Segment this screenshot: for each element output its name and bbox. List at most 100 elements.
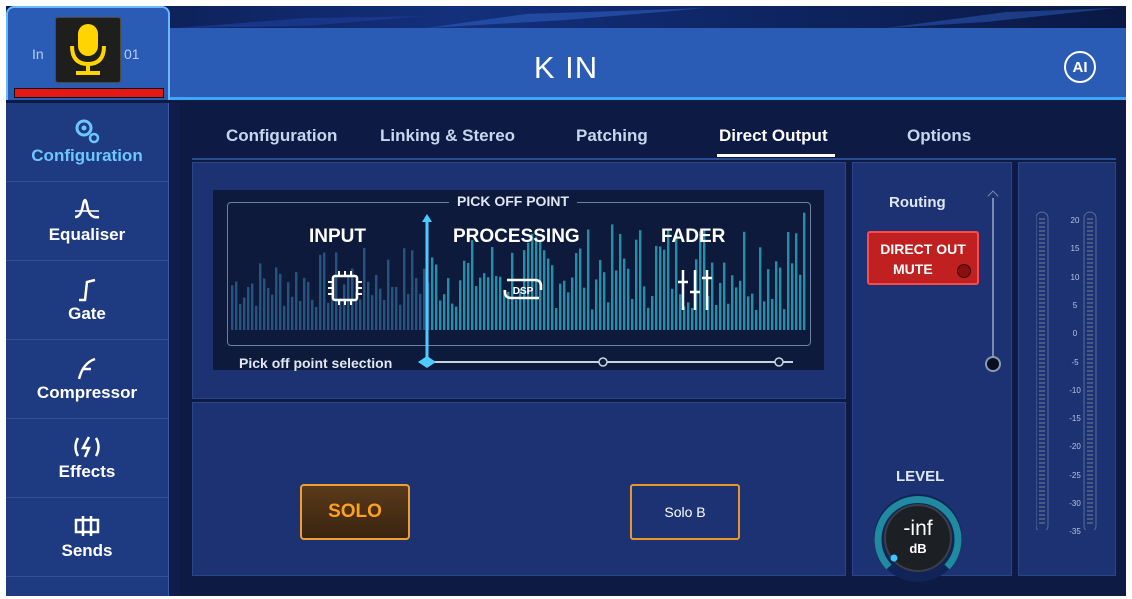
meter-segment	[1087, 286, 1093, 288]
meter-segment	[1087, 266, 1093, 268]
meter-segment	[1039, 330, 1045, 332]
tab-options[interactable]: Options	[907, 126, 971, 146]
routing-fader-knob[interactable]	[985, 356, 1001, 372]
header-stripe	[6, 6, 1126, 28]
meter-segment	[1087, 390, 1093, 392]
meter-segment	[1039, 334, 1045, 336]
meter-segment	[1087, 522, 1093, 524]
meter-segment	[1039, 470, 1045, 472]
meter-segment	[1039, 458, 1045, 460]
tab-patching[interactable]: Patching	[576, 126, 648, 146]
meter-segment	[1087, 314, 1093, 316]
meter-segment	[1087, 510, 1093, 512]
meter-segment	[1087, 246, 1093, 248]
meter-segment	[1087, 422, 1093, 424]
tab-configuration[interactable]: Configuration	[226, 126, 337, 146]
sidebar-item-label: Sends	[61, 541, 113, 560]
sidebar-item-sends[interactable]: Sends	[6, 498, 168, 577]
meter-segment	[1039, 370, 1045, 372]
selector-stop	[774, 357, 784, 367]
meter-segment	[1087, 258, 1093, 260]
meter-segment	[1039, 498, 1045, 500]
meter-segment	[1039, 446, 1045, 448]
meter-segment	[1087, 334, 1093, 336]
sidebar-item-label: Compressor	[36, 383, 138, 402]
meter-segment	[1039, 382, 1045, 384]
meter-segment	[1087, 414, 1093, 416]
meter-segment	[1039, 518, 1045, 520]
ai-button[interactable]: AI	[1064, 51, 1096, 83]
meter-segment	[1087, 454, 1093, 456]
tab-linking-stereo[interactable]: Linking & Stereo	[380, 126, 515, 146]
meter-segment	[1087, 354, 1093, 356]
meter-segment	[1039, 478, 1045, 480]
meter-segment	[1087, 474, 1093, 476]
meter-segment	[1039, 506, 1045, 508]
pick-off-selection-label: Pick off point selection	[239, 355, 393, 371]
meter-segment	[1087, 322, 1093, 324]
meter-segment	[1087, 386, 1093, 388]
meter-segment	[1039, 358, 1045, 360]
sidebar-item-compressor[interactable]: Compressor	[6, 340, 168, 419]
meter-segment	[1087, 378, 1093, 380]
pick-off-slider[interactable]	[213, 190, 824, 370]
meter-segment	[1087, 358, 1093, 360]
mute-label: MUTE	[893, 261, 933, 277]
meter-segment	[1087, 470, 1093, 472]
tab-direct-output[interactable]: Direct Output	[719, 126, 828, 146]
meter-segment	[1039, 222, 1045, 224]
meter-segment	[1039, 450, 1045, 452]
sidebar-item-label: Configuration	[31, 146, 143, 165]
solo-panel	[192, 402, 846, 576]
meter-segment	[1087, 338, 1093, 340]
meter-segment	[1087, 302, 1093, 304]
meter-segment	[1087, 242, 1093, 244]
meter-segment	[1087, 478, 1093, 480]
sidebar-item-label: Effects	[58, 462, 116, 481]
meter-segment	[1039, 310, 1045, 312]
meter-segment	[1087, 482, 1093, 484]
meter-segment	[1039, 326, 1045, 328]
meter-segment	[1039, 438, 1045, 440]
meter-segment	[1087, 282, 1093, 284]
meter-segment	[1039, 266, 1045, 268]
meter-segment	[1039, 290, 1045, 292]
meter-segment	[1039, 502, 1045, 504]
meter-segment	[1087, 230, 1093, 232]
meter-segment	[1087, 506, 1093, 508]
level-value: -inf	[903, 517, 933, 540]
meter-segment	[1039, 346, 1045, 348]
meter-segment	[1039, 490, 1045, 492]
meter-tick-label: -25	[1069, 470, 1081, 480]
meter-segment	[1087, 426, 1093, 428]
meter-segment	[1087, 226, 1093, 228]
meter-segment	[1087, 490, 1093, 492]
sidebar-item-effects[interactable]: Effects	[6, 419, 168, 498]
sends-icon	[72, 513, 102, 539]
meter-segment	[1087, 438, 1093, 440]
level-knob[interactable]: -inf dB	[871, 491, 965, 585]
solo-button[interactable]: SOLO	[300, 484, 410, 540]
meter-segment	[1039, 466, 1045, 468]
sidebar-item-configuration[interactable]: Configuration	[6, 103, 168, 182]
effects-icon	[72, 434, 102, 460]
routing-fader-track[interactable]	[992, 198, 994, 358]
meter-segment	[1039, 422, 1045, 424]
meter-segment	[1087, 406, 1093, 408]
configuration-icon	[73, 118, 101, 144]
sidebar-item-gate[interactable]: Gate	[6, 261, 168, 340]
sidebar-item-equaliser[interactable]: Equaliser	[6, 182, 168, 261]
meter-segment	[1039, 314, 1045, 316]
solo-b-button[interactable]: Solo B	[630, 484, 740, 540]
compressor-icon	[73, 355, 101, 381]
direct-out-mute-button[interactable]: DIRECT OUT MUTE	[867, 231, 979, 285]
pick-off-point-selector[interactable]: PICK OFF POINT INPUT PROCESSING FADER DS…	[213, 190, 824, 371]
meter-segment	[1087, 294, 1093, 296]
meter-segment	[1039, 354, 1045, 356]
meter-tick-label: 15	[1070, 244, 1080, 254]
solo-b-label: Solo B	[664, 504, 706, 520]
meter-segment	[1087, 498, 1093, 500]
meter-tick-label: 20	[1070, 216, 1080, 225]
meter-segment	[1087, 502, 1093, 504]
meter-segment	[1039, 342, 1045, 344]
